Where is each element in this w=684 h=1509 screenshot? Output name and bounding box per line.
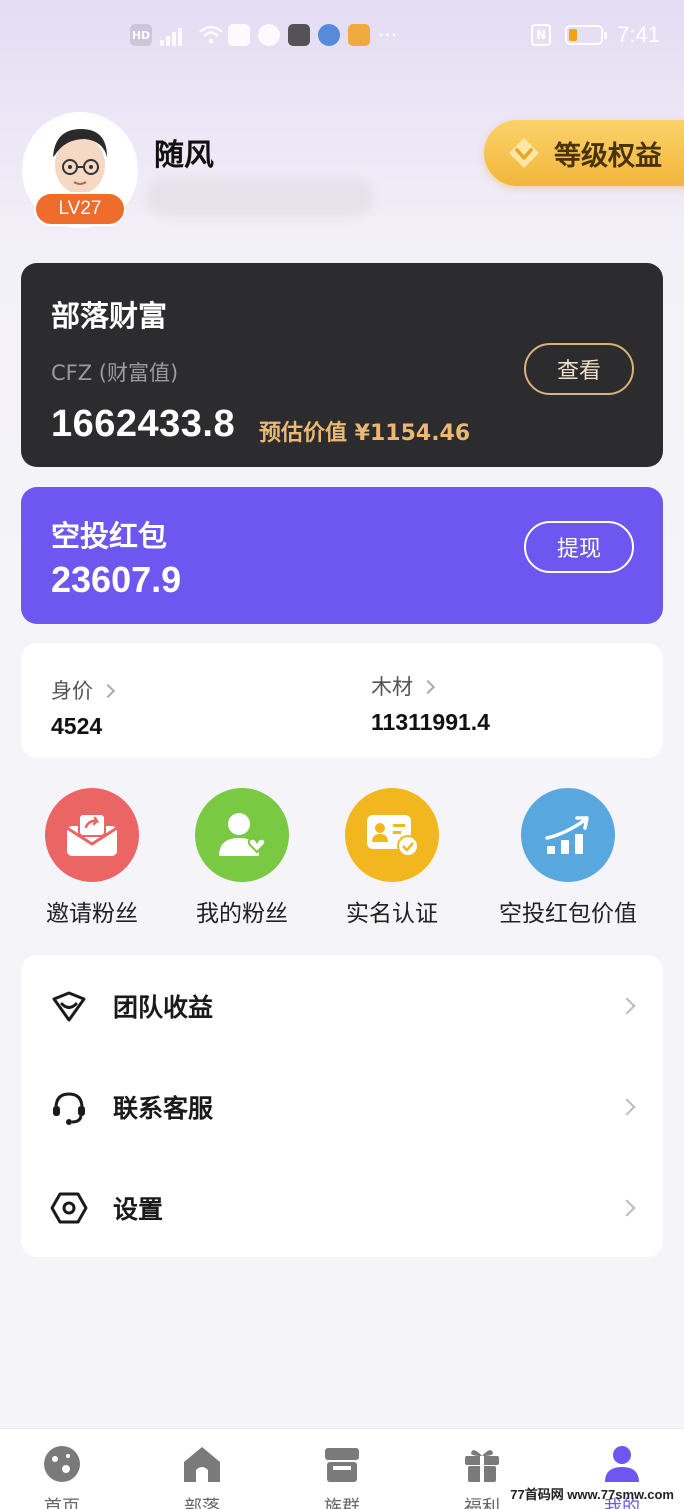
withdraw-button[interactable]: 提现 xyxy=(524,521,634,573)
chevron-right-icon xyxy=(420,679,436,694)
chevron-right-icon xyxy=(618,1098,636,1116)
menu-item-customer-service[interactable]: 联系客服 xyxy=(21,1057,663,1157)
id-card-check-icon xyxy=(345,788,439,882)
menu-item-team-earnings[interactable]: 团队收益 xyxy=(21,956,663,1056)
clock: 7:41 xyxy=(617,22,660,47)
quick-action-invite-fans[interactable]: 邀请粉丝 xyxy=(38,788,146,928)
stat-wood[interactable]: 木材 11311991.4 xyxy=(371,671,490,736)
diamond-icon xyxy=(509,138,539,168)
quick-action-label: 邀请粉丝 xyxy=(46,901,138,927)
house-icon xyxy=(179,1441,225,1487)
level-rights-button[interactable]: 等级权益 xyxy=(484,120,684,186)
stats-card: 身价 4524 木材 11311991.4 xyxy=(21,643,663,758)
status-bar: HD ··· N 7:41 xyxy=(0,0,684,74)
settings-hexagon-icon xyxy=(49,1188,89,1228)
headset-icon xyxy=(49,1087,89,1127)
quick-action-my-fans[interactable]: 我的粉丝 xyxy=(188,788,296,928)
wealth-subtitle: CFZ (财富值) xyxy=(51,361,179,385)
profile-avatar[interactable]: LV27 xyxy=(22,112,138,228)
quick-action-airdrop-value[interactable]: 空投红包价值 xyxy=(488,788,648,928)
stat-net-worth[interactable]: 身价 4524 xyxy=(51,675,116,740)
level-rights-label: 等级权益 xyxy=(554,140,662,172)
nav-home[interactable]: 首页 xyxy=(17,1441,107,1509)
site-watermark: 77首码网 www.77smw.com xyxy=(510,1487,674,1502)
menu-list: 团队收益 联系客服 设置 xyxy=(21,955,663,1257)
chevron-right-icon xyxy=(100,683,116,698)
wealth-title: 部落财富 xyxy=(51,299,168,333)
view-wealth-button[interactable]: 查看 xyxy=(524,343,634,395)
quick-action-real-name-verification[interactable]: 实名认证 xyxy=(338,788,446,928)
wealth-estimate: 预估价值 ¥1154.46 xyxy=(259,421,471,446)
username: 随风 xyxy=(154,138,214,173)
user-icon xyxy=(599,1441,645,1487)
status-right-icons: N 7:41 xyxy=(531,22,660,48)
browser-icon xyxy=(318,24,340,46)
airdrop-title: 空投红包 xyxy=(51,519,168,553)
chevron-right-icon xyxy=(618,997,636,1015)
nav-label: 福利 xyxy=(464,1497,500,1509)
gift-icon xyxy=(459,1441,505,1487)
quick-action-label: 实名认证 xyxy=(346,901,438,927)
menu-item-label: 设置 xyxy=(113,1195,164,1224)
wifi-icon xyxy=(198,24,223,46)
stat-value: 11311991.4 xyxy=(371,709,490,735)
status-left-icons: HD ··· xyxy=(130,24,397,46)
stat-label: 身价 xyxy=(51,679,93,703)
nav-community[interactable]: 族群 xyxy=(297,1441,387,1509)
menu-item-label: 团队收益 xyxy=(113,993,214,1022)
nfc-icon: N xyxy=(531,24,552,46)
battery-icon xyxy=(565,25,608,45)
app-notification-icon xyxy=(228,24,250,46)
nav-label: 族群 xyxy=(324,1497,360,1509)
stat-label: 木材 xyxy=(371,675,413,699)
shop-icon xyxy=(319,1441,365,1487)
stat-value: 4524 xyxy=(51,713,103,739)
tribe-wealth-card: 部落财富 CFZ (财富值) 1662433.8 预估价值 ¥1154.46 查… xyxy=(21,263,663,467)
menu-item-settings[interactable]: 设置 xyxy=(21,1158,663,1258)
wealth-value: 1662433.8 xyxy=(51,403,236,445)
user-id-redacted xyxy=(146,178,374,216)
invite-envelope-icon xyxy=(45,788,139,882)
quick-actions: 邀请粉丝 我的粉丝 实名认证 空投红包价值 xyxy=(0,788,684,928)
airdrop-value: 23607.9 xyxy=(51,559,182,600)
weibo-icon xyxy=(348,24,370,46)
bottom-navigation: 首页 部落 族群 福利 我的 77首码网 www.77smw.com xyxy=(0,1428,684,1509)
menu-item-label: 联系客服 xyxy=(113,1094,214,1123)
user-heart-icon xyxy=(195,788,289,882)
trend-chart-icon xyxy=(521,788,615,882)
quick-action-label: 空投红包价值 xyxy=(499,901,637,927)
signal-icon xyxy=(160,24,190,46)
nav-label: 首页 xyxy=(44,1497,80,1509)
nav-tribe[interactable]: 部落 xyxy=(157,1441,247,1509)
chevron-right-icon xyxy=(618,1199,636,1217)
airdrop-redpacket-card: 空投红包 23607.9 提现 xyxy=(21,487,663,624)
app-notification-icon xyxy=(258,24,280,46)
home-planet-icon xyxy=(39,1441,85,1487)
app-notification-icon xyxy=(288,24,310,46)
hd-icon: HD xyxy=(130,24,152,46)
team-earnings-icon xyxy=(49,986,89,1026)
nav-label: 部落 xyxy=(184,1497,220,1509)
level-badge: LV27 xyxy=(34,192,126,226)
more-notifications-icon: ··· xyxy=(378,23,398,47)
quick-action-label: 我的粉丝 xyxy=(196,901,288,927)
